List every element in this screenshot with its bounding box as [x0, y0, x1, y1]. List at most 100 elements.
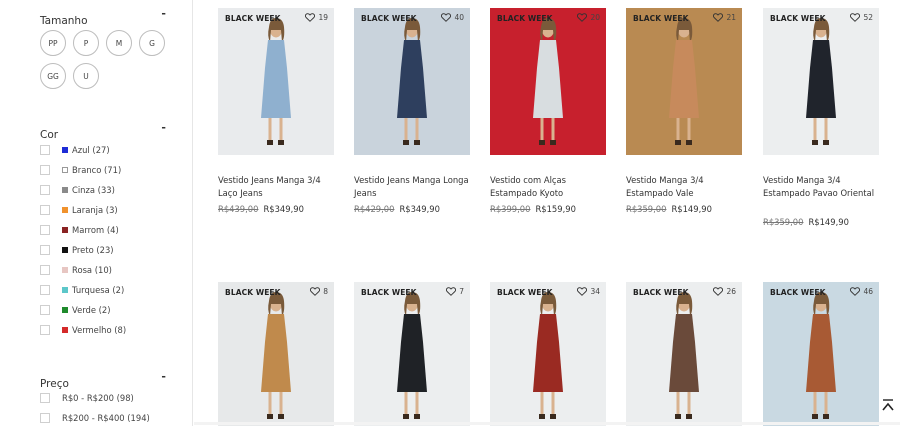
- product-card[interactable]: BLACK WEEK 34: [490, 282, 606, 426]
- product-image[interactable]: BLACK WEEK 26: [626, 282, 742, 426]
- size-filter-collapse-toggle[interactable]: -: [161, 8, 166, 19]
- product-card[interactable]: BLACK WEEK 21 Vestido Manga 3/4 Estampado …: [626, 8, 742, 236]
- product-image[interactable]: BLACK WEEK 46: [763, 282, 879, 426]
- product-image[interactable]: BLACK WEEK 7: [354, 282, 470, 426]
- color-option[interactable]: Azul (27): [40, 143, 110, 157]
- color-option[interactable]: Rosa (10): [40, 263, 112, 277]
- product-card[interactable]: BLACK WEEK 20 Vestido com Alças Estampado …: [490, 8, 606, 236]
- scroll-to-top-icon[interactable]: [880, 398, 896, 414]
- price-filter-header[interactable]: Preço -: [40, 371, 168, 390]
- product-title[interactable]: Vestido com Alças Estampado Kyoto: [490, 174, 608, 199]
- model-silhouette: [669, 292, 699, 419]
- color-option[interactable]: Preto (23): [40, 243, 114, 257]
- product-image[interactable]: BLACK WEEK 34: [490, 282, 606, 426]
- color-option[interactable]: Cinza (33): [40, 183, 115, 197]
- product-image[interactable]: BLACK WEEK 8: [218, 282, 334, 426]
- color-option[interactable]: Laranja (3): [40, 203, 118, 217]
- black-week-badge: BLACK WEEK: [225, 288, 281, 297]
- favorite-button[interactable]: 8: [310, 287, 328, 296]
- color-checkbox[interactable]: [40, 325, 50, 335]
- product-image[interactable]: BLACK WEEK 21: [626, 8, 742, 155]
- price-option[interactable]: R$200 - R$400 (194): [40, 411, 150, 425]
- color-filter-collapse-toggle[interactable]: -: [161, 122, 166, 133]
- color-checkbox[interactable]: [40, 225, 50, 235]
- color-filter-title: Cor: [40, 129, 59, 141]
- product-image[interactable]: BLACK WEEK 19: [218, 8, 334, 155]
- price-checkbox[interactable]: [40, 413, 50, 423]
- product-title[interactable]: Vestido Jeans Manga 3/4 Laço Jeans: [218, 174, 336, 199]
- color-checkbox[interactable]: [40, 205, 50, 215]
- product-image[interactable]: BLACK WEEK 52: [763, 8, 879, 155]
- favorite-button[interactable]: 40: [441, 13, 464, 22]
- product-card[interactable]: BLACK WEEK 8: [218, 282, 334, 426]
- color-option[interactable]: Branco (71): [40, 163, 121, 177]
- model-silhouette: [261, 18, 291, 145]
- color-option[interactable]: Turquesa (2): [40, 283, 124, 297]
- likes-count: 8: [323, 287, 328, 296]
- heart-icon: [310, 287, 321, 296]
- color-checkbox[interactable]: [40, 185, 50, 195]
- favorite-button[interactable]: 34: [577, 287, 600, 296]
- product-image[interactable]: BLACK WEEK 40: [354, 8, 470, 155]
- color-swatch: [62, 267, 68, 273]
- price-option-label: R$200 - R$400 (194): [62, 413, 150, 423]
- product-title[interactable]: Vestido Manga 3/4 Estampado Pavao Orient…: [763, 174, 881, 199]
- size-filter-title: Tamanho: [40, 15, 88, 27]
- favorite-button[interactable]: 21: [713, 13, 736, 22]
- size-option-u[interactable]: U: [73, 63, 99, 89]
- color-option-label: Preto (23): [72, 245, 114, 255]
- sale-price: R$149,90: [671, 204, 712, 214]
- heart-icon: [441, 13, 452, 22]
- product-title[interactable]: Vestido Manga 3/4 Estampado Vale: [626, 174, 744, 199]
- size-filter-header[interactable]: Tamanho -: [40, 8, 168, 27]
- color-checkbox[interactable]: [40, 145, 50, 155]
- size-option-pp[interactable]: PP: [40, 30, 66, 56]
- favorite-button[interactable]: 7: [446, 287, 464, 296]
- color-option[interactable]: Marrom (4): [40, 223, 119, 237]
- horizontal-scrollbar[interactable]: [194, 420, 900, 426]
- price-filter-title: Preço: [40, 378, 69, 390]
- product-price: R$429,00 R$349,90: [354, 204, 440, 214]
- old-price: R$399,00: [490, 204, 531, 214]
- likes-count: 52: [863, 13, 873, 22]
- color-filter-header[interactable]: Cor -: [40, 122, 168, 141]
- size-option-p[interactable]: P: [73, 30, 99, 56]
- color-checkbox[interactable]: [40, 165, 50, 175]
- heart-icon: [713, 287, 724, 296]
- favorite-button[interactable]: 20: [577, 13, 600, 22]
- product-card[interactable]: BLACK WEEK 52 Vestido Manga 3/4 Estampado …: [763, 8, 879, 236]
- old-price: R$359,00: [626, 204, 667, 214]
- old-price: R$359,00: [763, 217, 804, 227]
- product-card[interactable]: BLACK WEEK 40 Vestido Jeans Manga Longa Je…: [354, 8, 470, 236]
- color-checkbox[interactable]: [40, 245, 50, 255]
- product-image[interactable]: BLACK WEEK 20: [490, 8, 606, 155]
- likes-count: 7: [459, 287, 464, 296]
- black-week-badge: BLACK WEEK: [497, 14, 553, 23]
- color-checkbox[interactable]: [40, 265, 50, 275]
- color-checkbox[interactable]: [40, 305, 50, 315]
- price-checkbox[interactable]: [40, 393, 50, 403]
- product-card[interactable]: BLACK WEEK 19 Vestido Jeans Manga 3/4 Laço…: [218, 8, 334, 236]
- heart-icon: [577, 13, 588, 22]
- size-option-gg[interactable]: GG: [40, 63, 66, 89]
- model-silhouette: [806, 292, 836, 419]
- color-option[interactable]: Verde (2): [40, 303, 111, 317]
- sale-price: R$149,90: [808, 217, 849, 227]
- color-option[interactable]: Vermelho (8): [40, 323, 126, 337]
- product-card[interactable]: BLACK WEEK 46: [763, 282, 879, 426]
- sale-price: R$349,90: [263, 204, 304, 214]
- size-option-m[interactable]: M: [106, 30, 132, 56]
- favorite-button[interactable]: 52: [850, 13, 873, 22]
- price-filter-collapse-toggle[interactable]: -: [161, 371, 166, 382]
- product-card[interactable]: BLACK WEEK 7: [354, 282, 470, 426]
- favorite-button[interactable]: 19: [305, 13, 328, 22]
- product-card[interactable]: BLACK WEEK 26: [626, 282, 742, 426]
- product-title[interactable]: Vestido Jeans Manga Longa Jeans: [354, 174, 472, 199]
- filter-sidebar: Tamanho - PP P M G GG U Cor - Azul (27) B…: [0, 0, 193, 426]
- size-option-g[interactable]: G: [139, 30, 165, 56]
- favorite-button[interactable]: 26: [713, 287, 736, 296]
- model-silhouette: [806, 18, 836, 145]
- favorite-button[interactable]: 46: [850, 287, 873, 296]
- color-checkbox[interactable]: [40, 285, 50, 295]
- price-option[interactable]: R$0 - R$200 (98): [40, 391, 134, 405]
